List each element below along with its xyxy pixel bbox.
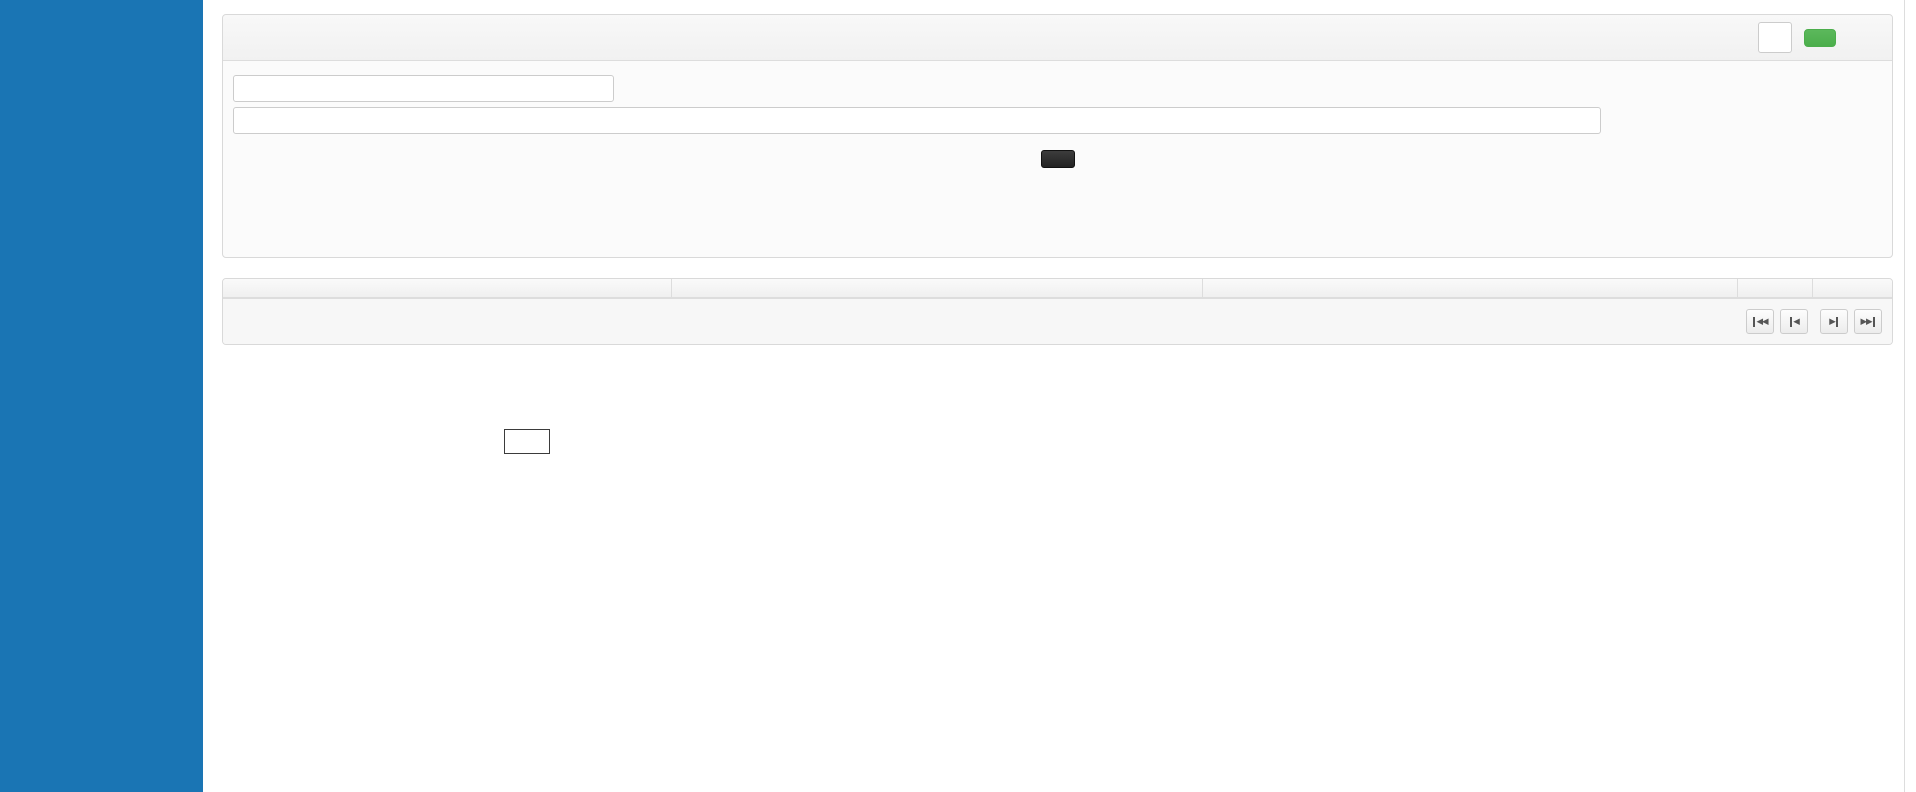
excel-export-button[interactable]	[1758, 22, 1792, 53]
col-header-para[interactable]	[1738, 279, 1813, 297]
table-footer: ◀◀ ◀ ▶ ▶▶	[223, 298, 1892, 344]
pagination-last-button[interactable]: ▶▶	[1854, 309, 1882, 334]
editar-tooltip	[504, 429, 550, 454]
pagination-first-button[interactable]: ◀◀	[1746, 309, 1774, 334]
sidebar-nav	[0, 0, 203, 792]
assunto-input[interactable]	[233, 107, 1601, 134]
pagination-next-button[interactable]: ▶	[1820, 309, 1848, 334]
scrollbar-divider	[1904, 0, 1905, 792]
col-header-codigo[interactable]	[223, 279, 672, 297]
col-header-assunto[interactable]	[1203, 279, 1738, 297]
pagination-prev-button[interactable]: ◀	[1780, 309, 1808, 334]
col-header-acao[interactable]	[1813, 279, 1892, 297]
pesquisar-button[interactable]	[1041, 150, 1075, 168]
search-button-row	[233, 146, 1882, 168]
table-header-row	[223, 279, 1892, 298]
panel-header	[223, 15, 1892, 61]
search-form	[223, 61, 1892, 168]
panel-toolbar	[1758, 22, 1880, 53]
incluir-novo-button[interactable]	[1804, 29, 1836, 47]
messages-table-panel: ◀◀ ◀ ▶ ▶▶	[222, 278, 1893, 345]
search-panel	[222, 14, 1893, 258]
app-window: ◀◀ ◀ ▶ ▶▶	[0, 0, 1916, 792]
codigo-input[interactable]	[233, 75, 614, 102]
col-header-observacao[interactable]	[672, 279, 1202, 297]
pagination: ◀◀ ◀ ▶ ▶▶	[1746, 309, 1882, 334]
